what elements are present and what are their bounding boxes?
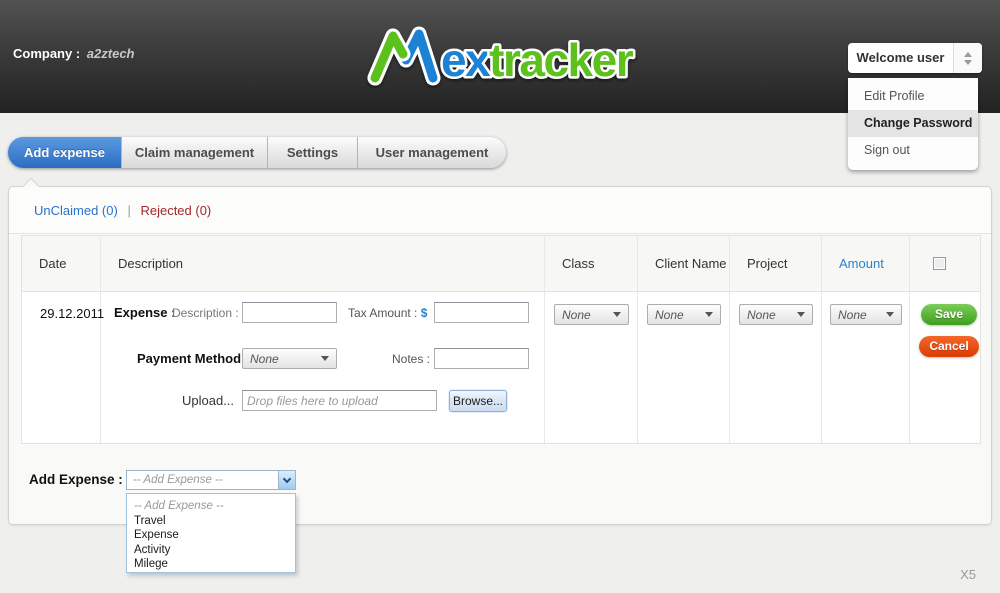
date-value: 29.12.2011	[40, 306, 105, 321]
date-cell: 29.12.2011	[22, 292, 105, 443]
payment-method-label: Payment Method :	[137, 351, 249, 366]
add-expense-selected-value: -- Add Expense --	[133, 474, 223, 486]
rejected-link[interactable]: Rejected (0)	[140, 203, 211, 218]
arrow-down-icon	[964, 59, 972, 65]
link-separator: |	[127, 203, 131, 218]
description-input[interactable]	[242, 302, 337, 323]
table-row: 29.12.2011 Expense : Description : Tax A…	[22, 292, 980, 443]
add-expense-label: Add Expense :	[29, 472, 123, 487]
client-name-select[interactable]: None	[647, 304, 721, 325]
watermark: X5	[960, 567, 976, 582]
cancel-button[interactable]: Cancel	[919, 336, 979, 357]
add-expense-arrow-button[interactable]	[278, 471, 295, 489]
company-info: Company : a2ztech	[13, 46, 135, 61]
column-header-date: Date	[22, 236, 101, 291]
save-button[interactable]: Save	[921, 304, 977, 325]
dropdown-arrow-icon	[797, 312, 805, 317]
user-dropdown-menu: Edit Profile Change Password Sign out	[848, 78, 978, 170]
add-expense-option-list: -- Add Expense -- Travel Expense Activit…	[126, 493, 296, 573]
expense-label: Expense :	[114, 305, 176, 320]
select-all-checkbox[interactable]	[933, 257, 946, 270]
option-add-expense[interactable]: -- Add Expense --	[127, 499, 295, 514]
dollar-sign: $	[420, 306, 428, 320]
column-header-description: Description	[101, 236, 545, 291]
option-expense[interactable]: Expense	[127, 528, 295, 543]
tab-claim-management[interactable]: Claim management	[121, 137, 267, 168]
menu-item-change-password[interactable]: Change Password	[848, 110, 978, 137]
project-name-select[interactable]: None	[739, 304, 813, 325]
svg-text:extracker: extracker	[441, 34, 634, 86]
logo-text-ex: ex	[441, 34, 491, 86]
arrow-up-icon	[964, 51, 972, 57]
description-label: Description :	[172, 306, 239, 320]
user-menu-toggle[interactable]	[953, 43, 982, 73]
amount-cell: None	[822, 292, 910, 443]
expense-table: Date Description Class Client Name Proje…	[21, 235, 981, 444]
company-label: Company :	[13, 46, 81, 61]
unclaimed-link[interactable]: UnClaimed (0)	[34, 203, 118, 218]
user-menu-label[interactable]: Welcome user	[848, 43, 953, 73]
company-name: a2ztech	[86, 46, 135, 61]
upload-dropzone-input[interactable]	[242, 390, 437, 411]
menu-item-edit-profile[interactable]: Edit Profile	[848, 83, 978, 110]
app-logo: extracker	[367, 26, 638, 88]
option-activity[interactable]: Activity	[127, 543, 295, 558]
option-milege[interactable]: Milege	[127, 557, 295, 572]
app-header: Company : a2ztech extracker Welcome user…	[0, 0, 1000, 170]
column-header-project-name: Project Name	[730, 236, 822, 327]
column-header-client-name: Client Name	[638, 236, 730, 291]
tax-amount-input[interactable]	[434, 302, 529, 323]
browse-button[interactable]: Browse...	[449, 390, 507, 412]
class-cell: None	[545, 292, 638, 443]
filter-links: UnClaimed (0) | Rejected (0)	[9, 187, 991, 234]
column-header-amount[interactable]: Amount	[822, 236, 910, 291]
main-tabs: Add expense Claim management Settings Us…	[8, 137, 506, 168]
tab-add-expense[interactable]: Add expense	[8, 137, 121, 168]
tab-user-management[interactable]: User management	[357, 137, 506, 168]
panel-notch	[23, 179, 39, 187]
amount-select[interactable]: None	[830, 304, 902, 325]
add-expense-select[interactable]: -- Add Expense --	[126, 470, 296, 490]
logo-m-icon: extracker	[367, 26, 638, 88]
project-name-cell: None	[730, 292, 822, 443]
tab-settings[interactable]: Settings	[267, 137, 357, 168]
description-cell: Expense : Description : Tax Amount : $ P…	[101, 292, 545, 443]
client-name-cell: None	[638, 292, 730, 443]
notes-input[interactable]	[434, 348, 529, 369]
dropdown-arrow-icon	[613, 312, 621, 317]
upload-label: Upload...	[182, 393, 235, 408]
column-header-class: Class	[545, 236, 638, 291]
dropdown-arrow-icon	[705, 312, 713, 317]
payment-method-select[interactable]: None	[242, 348, 337, 369]
actions-cell: Save Cancel	[910, 292, 980, 443]
chevron-down-icon	[282, 474, 292, 483]
tax-amount-label: Tax Amount : $	[348, 306, 428, 320]
class-select[interactable]: None	[554, 304, 629, 325]
table-header-row: Date Description Class Client Name Proje…	[22, 236, 980, 327]
notes-label: Notes :	[392, 352, 431, 366]
user-menu-button[interactable]: Welcome user	[848, 43, 982, 73]
menu-item-sign-out[interactable]: Sign out	[848, 137, 978, 164]
column-header-select	[910, 236, 980, 291]
content-panel: UnClaimed (0) | Rejected (0) Date Descri…	[8, 179, 992, 573]
option-travel[interactable]: Travel	[127, 514, 295, 529]
logo-text-tracker: tracker	[489, 34, 634, 86]
dropdown-arrow-icon	[886, 312, 894, 317]
dropdown-arrow-icon	[321, 356, 329, 361]
